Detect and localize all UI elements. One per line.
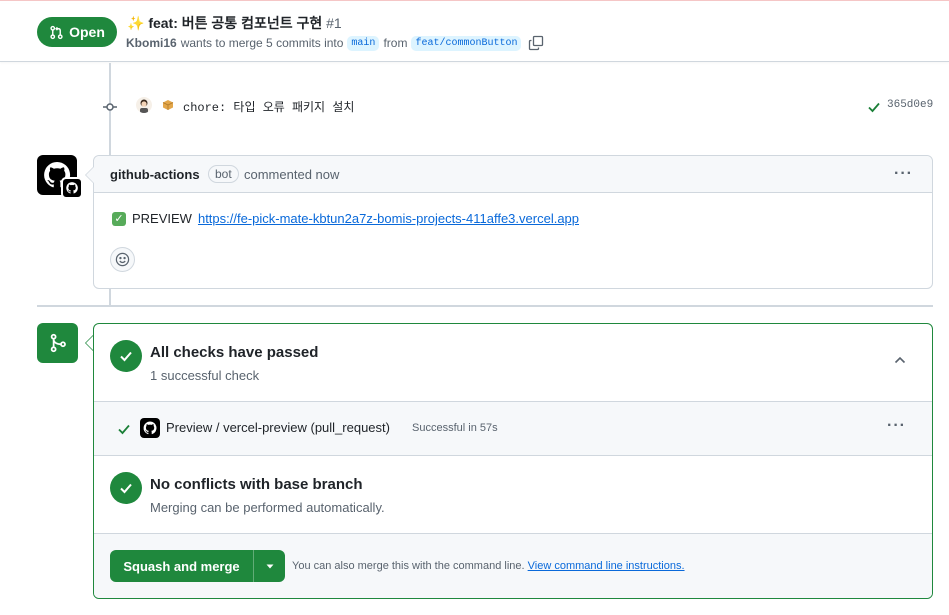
cli-hint-text: You can also merge this with the command… (292, 560, 525, 572)
commit-row: chore: 타입 오류 패키지 설치 365d0e9 (0, 95, 949, 119)
checks-passed-icon (110, 340, 142, 372)
checks-summary[interactable]: All checks have passed 1 successful chec… (94, 324, 932, 402)
commit-author-avatar[interactable] (136, 97, 152, 113)
conflicts-title: No conflicts with base branch (150, 476, 363, 493)
cli-instructions-link[interactable]: View command line instructions. (528, 560, 685, 572)
pr-sticky-header: Open ✨ feat: 버튼 공통 컴포넌트 구현 #1 Kbomi16 wa… (0, 4, 949, 62)
pr-state-label: Open (69, 24, 105, 40)
merge-button-group: Squash and merge (110, 550, 285, 582)
caret-down-icon (266, 564, 273, 569)
no-conflicts-icon (110, 472, 142, 504)
comment-box: github-actions bot commented now ··· ✓ P… (93, 155, 933, 289)
head-branch[interactable]: feat/commonButton (411, 35, 522, 51)
copy-icon[interactable] (528, 35, 544, 51)
check-run-status: Successful in 57s (412, 422, 498, 434)
merge-actions: Squash and merge You can also merge this… (94, 534, 932, 598)
squash-and-merge-button[interactable]: Squash and merge (110, 550, 254, 582)
pr-title[interactable]: ✨ feat: 버튼 공통 컴포넌트 구현 #1 (127, 13, 342, 33)
commit-message[interactable]: chore: 타입 오류 패키지 설치 (183, 98, 354, 115)
commit-sha[interactable]: 365d0e9 (887, 99, 933, 111)
check-icon (118, 424, 130, 435)
pr-title-text: ✨ feat: 버튼 공통 컴포넌트 구현 (127, 15, 323, 31)
kebab-menu-icon[interactable]: ··· (887, 417, 906, 435)
comment-arrow-fill (86, 167, 94, 183)
git-merge-icon (50, 333, 66, 353)
pull-request-icon (50, 25, 63, 39)
github-badge-icon (61, 177, 83, 199)
git-commit-icon (103, 103, 117, 111)
kebab-menu-icon[interactable]: ··· (894, 165, 913, 183)
smiley-icon (115, 252, 130, 267)
preview-label: PREVIEW (132, 211, 192, 226)
pr-author[interactable]: Kbomi16 (126, 36, 177, 50)
comment-header: github-actions bot commented now ··· (94, 156, 932, 193)
comment-body: ✓ PREVIEW https://fe-pick-mate-kbtun2a7z… (112, 211, 579, 226)
top-border (0, 0, 949, 3)
preview-link[interactable]: https://fe-pick-mate-kbtun2a7z-bomis-pro… (198, 211, 579, 226)
checks-subtitle: 1 successful check (150, 368, 260, 383)
timeline-line (109, 289, 111, 305)
merge-status-icon (37, 323, 78, 363)
conflicts-subtitle: Merging can be performed automatically. (150, 500, 385, 515)
add-reaction-button[interactable] (110, 247, 135, 272)
merge-method-dropdown[interactable] (254, 550, 285, 582)
package-icon (162, 100, 174, 110)
conflicts-section: No conflicts with base branch Merging ca… (94, 456, 932, 534)
from-text: from (383, 36, 408, 50)
comment-time[interactable]: commented now (244, 167, 339, 182)
merge-text: wants to merge 5 commits into (180, 36, 344, 50)
comment-author[interactable]: github-actions (110, 167, 200, 182)
check-run-name[interactable]: Preview / vercel-preview (pull_request) (166, 420, 390, 435)
github-app-icon (140, 418, 160, 438)
chevron-up-icon[interactable] (892, 352, 908, 368)
base-branch[interactable]: main (347, 35, 380, 51)
bot-badge: bot (208, 165, 239, 183)
pr-state-badge: Open (37, 17, 117, 47)
check-icon[interactable] (867, 100, 881, 114)
pr-meta: Kbomi16 wants to merge 5 commits into ma… (126, 35, 544, 51)
timeline-divider (37, 305, 933, 307)
merge-box: All checks have passed 1 successful chec… (93, 323, 933, 599)
checks-title: All checks have passed (150, 344, 319, 361)
check-mark-emoji-icon: ✓ (112, 211, 126, 226)
pr-number: #1 (326, 15, 342, 31)
check-run-row: Preview / vercel-preview (pull_request) … (94, 402, 932, 456)
cli-hint: You can also merge this with the command… (292, 560, 685, 572)
